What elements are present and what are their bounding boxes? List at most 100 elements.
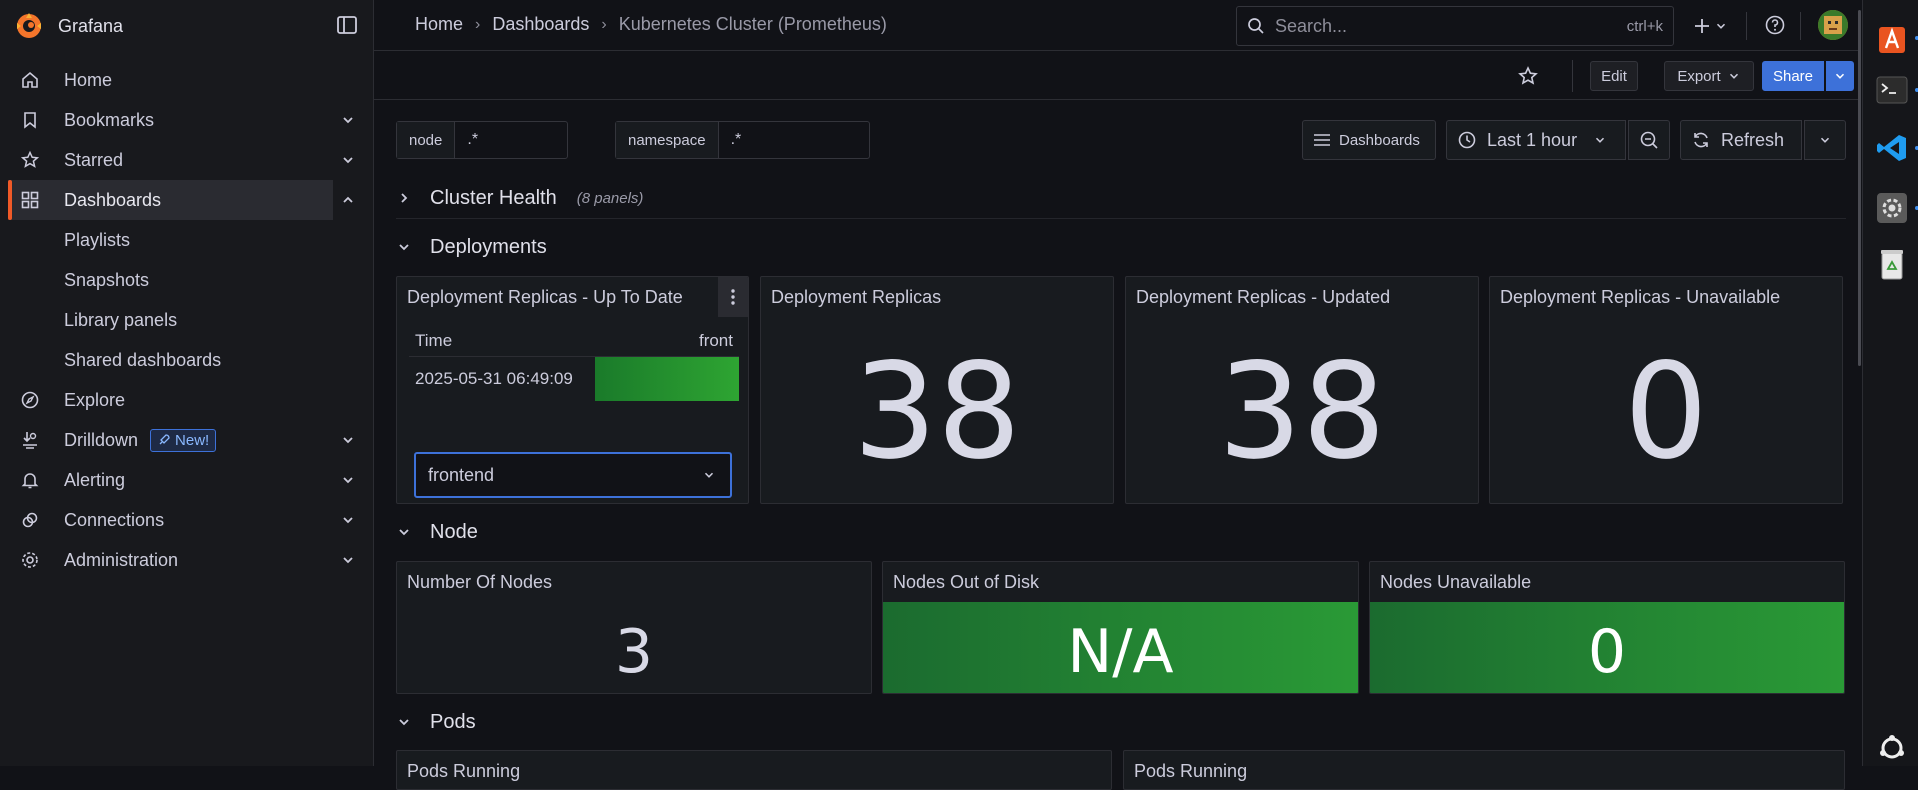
breadcrumb: Home › Dashboards › Kubernetes Cluster (… <box>415 14 887 35</box>
refresh-button[interactable]: Refresh <box>1680 120 1802 160</box>
stat-value: 38 <box>1218 335 1386 489</box>
divider <box>1800 12 1801 40</box>
panel-deployment-replicas[interactable]: Deployment Replicas 38 <box>760 276 1114 504</box>
series-select[interactable]: frontend <box>414 452 732 498</box>
panel-deployment-replicas-unavailable[interactable]: Deployment Replicas - Unavailable 0 <box>1489 276 1843 504</box>
share-menu-button[interactable] <box>1826 61 1854 91</box>
search-bar[interactable]: ctrl+k <box>1236 6 1674 46</box>
variable-namespace[interactable]: namespace .* <box>615 121 870 159</box>
grafana-logo[interactable]: Grafana <box>14 10 123 42</box>
dock-app-grid[interactable] <box>1875 730 1909 766</box>
dock-terminal[interactable] <box>1875 72 1909 108</box>
star-icon[interactable] <box>1517 65 1539 87</box>
panel-pods-running[interactable]: Pods Running <box>396 750 1112 790</box>
panel-nodes-unavailable[interactable]: Nodes Unavailable 0 <box>1369 561 1845 694</box>
clock-icon <box>1458 131 1476 149</box>
chevron-down-icon[interactable] <box>340 152 356 168</box>
row-cluster-health[interactable]: Cluster Health (8 panels) <box>396 178 1846 218</box>
new-badge: New! <box>150 428 217 452</box>
row-divider <box>396 218 1846 219</box>
help-icon[interactable] <box>1764 14 1786 36</box>
panel-title: Nodes Out of Disk <box>893 572 1040 592</box>
chevron-down-icon <box>1729 73 1738 79</box>
sidebar-item-connections[interactable]: Connections <box>0 500 374 540</box>
avatar[interactable] <box>1818 10 1848 40</box>
panel-deployment-replicas-updated[interactable]: Deployment Replicas - Updated 38 <box>1125 276 1479 504</box>
chevron-down-icon[interactable] <box>340 552 356 568</box>
sidebar-item-dashboards[interactable]: Dashboards <box>8 180 353 220</box>
refresh-interval-button[interactable] <box>1804 120 1846 160</box>
star-icon <box>19 149 41 171</box>
time-range-picker[interactable]: Last 1 hour <box>1446 120 1626 160</box>
row-deployments[interactable]: Deployments <box>396 227 1846 267</box>
menu-lines-icon <box>1314 134 1330 146</box>
sidebar-item-shared-dashboards[interactable]: Shared dashboards <box>0 340 374 380</box>
grafana-logo-icon <box>17 13 41 38</box>
chevron-down-icon[interactable] <box>340 472 356 488</box>
export-label: Export <box>1677 67 1721 85</box>
new-badge-text: New! <box>175 431 210 449</box>
connections-icon <box>19 509 41 531</box>
sidebar-item-drilldown[interactable]: Drilldown New! <box>0 420 374 460</box>
panel-number-of-nodes[interactable]: Number Of Nodes 3 <box>396 561 872 694</box>
sidebar-item-home[interactable]: Home <box>0 60 374 100</box>
panel-title: Nodes Unavailable <box>1380 572 1532 592</box>
chevron-down-icon[interactable] <box>340 432 356 448</box>
panel-menu-button[interactable] <box>718 277 748 317</box>
dock-menu-icon[interactable] <box>336 14 358 36</box>
variable-value[interactable]: .* <box>719 122 754 158</box>
new-menu-button[interactable] <box>1692 12 1736 40</box>
dashboards-button[interactable]: Dashboards <box>1302 120 1436 160</box>
row-node[interactable]: Node <box>396 512 1846 552</box>
sidebar-item-starred[interactable]: Starred <box>0 140 374 180</box>
sidebar-item-explore[interactable]: Explore <box>0 380 374 420</box>
dock-trash[interactable] <box>1875 246 1909 282</box>
export-button[interactable]: Export <box>1664 61 1754 91</box>
panel-title: Pods Running <box>1134 761 1248 781</box>
stat-value: 0 <box>1624 335 1708 489</box>
panel-replicas-up-to-date[interactable]: Deployment Replicas - Up To Date Time fr… <box>396 276 749 504</box>
chevron-down-icon[interactable] <box>340 512 356 528</box>
table-row: 2025-05-31 06:49:09 <box>409 357 739 401</box>
chevron-down-icon[interactable] <box>340 112 356 128</box>
chevron-down-icon <box>399 719 409 726</box>
variable-node[interactable]: node .* <box>396 121 568 159</box>
edit-button[interactable]: Edit <box>1590 61 1638 91</box>
sidebar-item-administration[interactable]: Administration <box>0 540 374 580</box>
dock-settings[interactable] <box>1875 190 1909 226</box>
share-button[interactable]: Share <box>1762 61 1824 91</box>
column-header-time[interactable]: Time <box>415 331 452 351</box>
sidebar-item-alerting[interactable]: Alerting <box>0 460 374 500</box>
divider <box>1746 12 1747 40</box>
column-header-front[interactable]: front <box>699 331 733 351</box>
dashboards-grid-icon <box>19 189 41 211</box>
breadcrumb-current: Kubernetes Cluster (Prometheus) <box>618 14 887 34</box>
zoom-out-button[interactable] <box>1628 120 1670 160</box>
panel-nodes-out-of-disk[interactable]: Nodes Out of Disk N/A <box>882 561 1359 694</box>
sidebar-item-playlists[interactable]: Playlists <box>0 220 374 260</box>
scrollbar[interactable] <box>1858 10 1861 366</box>
user-avatar-icon <box>1818 10 1848 40</box>
variable-value[interactable]: .* <box>455 122 490 158</box>
chevron-up-icon[interactable] <box>340 192 356 208</box>
time-range-label: Last 1 hour <box>1487 129 1578 150</box>
zoom-out-icon <box>1640 131 1658 149</box>
sidebar-item-label: Connections <box>64 509 165 530</box>
dock-vscode[interactable] <box>1875 130 1909 166</box>
sidebar-item-bookmarks[interactable]: Bookmarks <box>0 100 374 140</box>
sidebar-item-snapshots[interactable]: Snapshots <box>0 260 374 300</box>
table-cell-value-bar <box>595 357 739 401</box>
breadcrumb-dashboards[interactable]: Dashboards <box>492 14 589 35</box>
settings-icon <box>1877 193 1907 223</box>
chevron-right-icon: › <box>475 15 481 33</box>
sidebar-item-library-panels[interactable]: Library panels <box>0 300 374 340</box>
dock-app-store[interactable] <box>1875 20 1909 56</box>
breadcrumb-home[interactable]: Home <box>415 14 463 35</box>
search-input[interactable] <box>1273 14 1593 38</box>
panel-title: Pods Running <box>407 761 521 781</box>
os-dock <box>1862 0 1918 766</box>
panel-pods-running[interactable]: Pods Running <box>1123 750 1845 790</box>
nav-menu: Home Bookmarks Starred Dashboards Playli… <box>0 60 374 580</box>
home-icon <box>19 69 41 91</box>
row-pods[interactable]: Pods <box>396 702 1846 742</box>
